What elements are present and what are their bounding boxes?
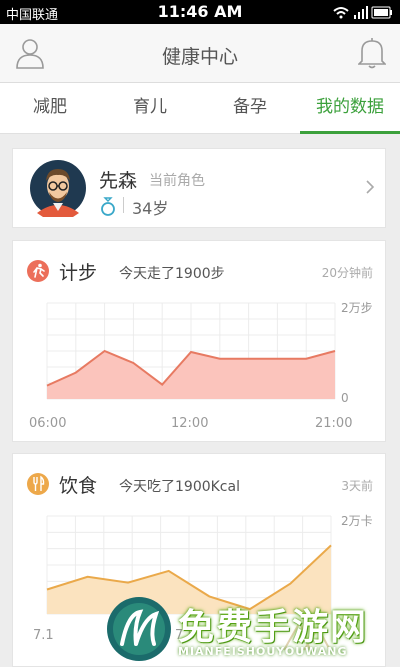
tab-parenting[interactable]: 育儿 xyxy=(100,83,200,133)
x-tick-label: 12:00 xyxy=(171,416,208,431)
watermark-subtext: MIANFEISHOUYOUWANG xyxy=(178,645,348,658)
app-header: 健康中心 xyxy=(0,24,400,83)
steps-card[interactable]: 计步 今天走了1900步 20分钟前 2万步 0 06:00 12:00 21:… xyxy=(12,240,386,442)
profile-name: 先森 xyxy=(99,166,137,193)
x-tick-label: 7.1 xyxy=(33,628,54,643)
watermark-text: 免费手游网 xyxy=(178,598,368,650)
x-tick-label: 06:00 xyxy=(29,416,66,431)
steps-chart xyxy=(13,241,385,441)
tab-my-data[interactable]: 我的数据 xyxy=(300,83,400,133)
ring-icon xyxy=(99,195,117,221)
tab-lose-weight[interactable]: 减肥 xyxy=(0,83,100,133)
tab-bar: 减肥 育儿 备孕 我的数据 xyxy=(0,83,400,134)
y-tick-label: 2万卡 xyxy=(341,512,373,529)
status-bar: 中国联通 11:46 AM xyxy=(0,0,400,24)
avatar xyxy=(29,159,87,221)
profile-age: 34岁 xyxy=(132,195,168,219)
x-tick-label: 21:00 xyxy=(315,416,352,431)
status-icons xyxy=(332,4,394,24)
signal-wifi-battery-icon xyxy=(332,4,394,20)
profile-role: 当前角色 xyxy=(149,170,205,190)
y-tick-label: 0 xyxy=(341,391,349,405)
page-title: 健康中心 xyxy=(0,42,400,69)
tab-pregnancy-prep[interactable]: 备孕 xyxy=(200,83,300,133)
chevron-right-icon xyxy=(365,179,375,199)
y-tick-label: 2万步 xyxy=(341,299,373,316)
bell-icon[interactable] xyxy=(358,37,386,73)
divider xyxy=(123,197,124,213)
profile-card[interactable]: 先森 当前角色 34岁 xyxy=(12,148,386,228)
